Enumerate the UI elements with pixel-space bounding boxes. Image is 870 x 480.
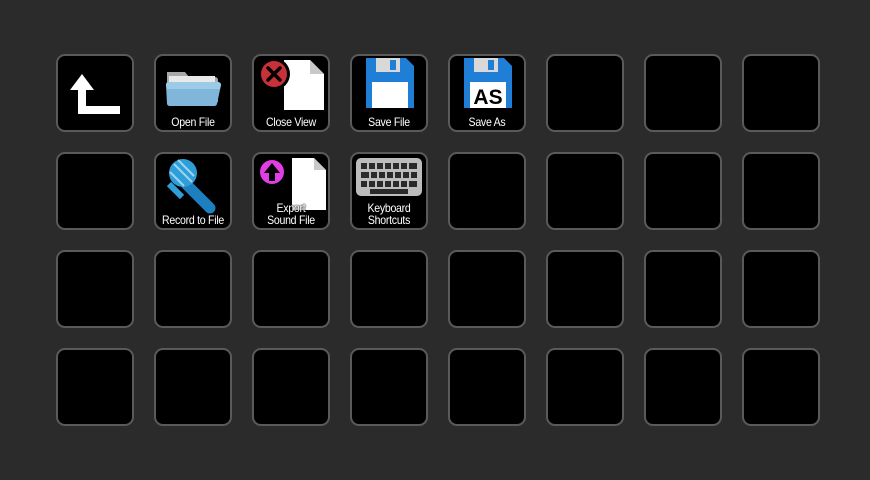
empty-key[interactable] [56,250,134,328]
empty-key[interactable] [448,152,526,230]
empty-key[interactable] [56,152,134,230]
empty-key[interactable] [448,250,526,328]
back-arrow-icon [58,56,132,130]
stream-deck-grid: Open File Close View Save File AS Save As Rec… [56,54,820,426]
empty-key[interactable] [350,348,428,426]
empty-key[interactable] [154,250,232,328]
keyboard-shortcuts-button[interactable]: Keyboard Shortcuts [350,152,428,230]
empty-key[interactable] [154,348,232,426]
empty-key[interactable] [448,348,526,426]
empty-key[interactable] [56,348,134,426]
open-file-label-line: Open File [171,115,215,129]
empty-key[interactable] [252,250,330,328]
save-as-label: Save As [454,116,519,128]
save-file-label-line: Save File [368,115,410,129]
empty-key[interactable] [742,54,820,132]
empty-key[interactable] [546,152,624,230]
export-sound-file-button[interactable]: Export Sound File [252,152,330,230]
empty-key[interactable] [644,348,722,426]
empty-key[interactable] [644,54,722,132]
empty-key[interactable] [252,348,330,426]
save-as-badge-text: AS [473,86,502,109]
record-to-file-label-line: Record to File [161,213,225,227]
close-view-button[interactable]: Close View [252,54,330,132]
export-sound-file-label: Export Sound File [258,202,323,226]
empty-key[interactable] [546,250,624,328]
back-button[interactable] [56,54,134,132]
save-file-button[interactable]: Save File [350,54,428,132]
record-to-file-label: Record to File [160,214,225,226]
empty-key[interactable] [644,250,722,328]
save-as-label-line: Save As [468,115,506,129]
empty-key[interactable] [644,152,722,230]
empty-key[interactable] [350,250,428,328]
empty-key[interactable] [742,152,820,230]
keyboard-shortcuts-label-line: Shortcuts [367,213,411,227]
keyboard-shortcuts-label: Keyboard Shortcuts [356,202,421,226]
empty-key[interactable] [742,250,820,328]
empty-key[interactable] [742,348,820,426]
save-file-label: Save File [356,116,421,128]
save-as-button[interactable]: AS Save As [448,54,526,132]
record-to-file-button[interactable]: Record to File [154,152,232,230]
empty-key[interactable] [546,348,624,426]
empty-key[interactable] [546,54,624,132]
close-view-label: Close View [258,116,323,128]
close-view-label-line: Close View [266,115,316,129]
open-file-button[interactable]: Open File [154,54,232,132]
export-sound-file-label-line: Sound File [267,213,315,227]
open-file-label: Open File [160,116,225,128]
